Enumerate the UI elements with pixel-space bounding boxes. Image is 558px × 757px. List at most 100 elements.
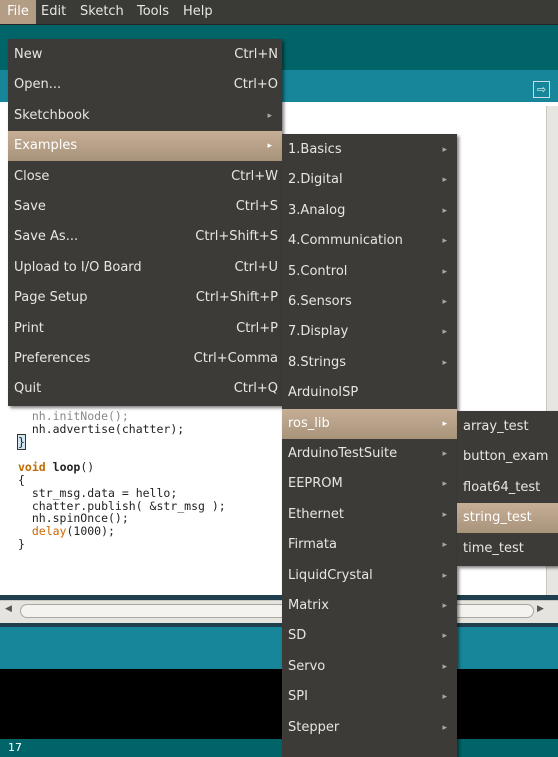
examples-item-4-communication[interactable]: 4.Communication ▸ bbox=[282, 226, 457, 256]
file-menu-item-shortcut: Ctrl+P bbox=[236, 320, 278, 336]
roslib-item-label: float64_test bbox=[463, 479, 541, 495]
submenu-arrow-icon: ▸ bbox=[442, 509, 447, 520]
menu-tools[interactable]: Tools bbox=[137, 0, 169, 24]
examples-item-5-control[interactable]: 5.Control ▸ bbox=[282, 257, 457, 287]
examples-item-label: 5.Control bbox=[288, 263, 348, 279]
examples-item-6-sensors[interactable]: 6.Sensors ▸ bbox=[282, 287, 457, 317]
submenu-arrow-icon: ▸ bbox=[442, 601, 447, 611]
examples-item-7-display[interactable]: 7.Display ▸ bbox=[282, 317, 457, 347]
code-line: } bbox=[17, 433, 26, 450]
roslib-item-float64-test[interactable]: float64_test bbox=[457, 473, 558, 503]
submenu-arrow-icon: ▸ bbox=[442, 418, 447, 429]
file-menu-item-print[interactable]: Print Ctrl+P bbox=[8, 314, 282, 344]
file-menu-item-label: Print bbox=[14, 320, 44, 336]
submenu-arrow-icon: ▸ bbox=[442, 479, 447, 490]
examples-item-label: ArduinoISP bbox=[288, 385, 359, 401]
submenu-arrow-icon: ▸ bbox=[442, 266, 447, 277]
examples-item-label: 1.Basics bbox=[288, 142, 342, 157]
file-menu-item-label: Page Setup bbox=[14, 290, 88, 306]
file-menu-item-shortcut: Ctrl+N bbox=[234, 47, 278, 62]
submenu-arrow-icon: ▸ bbox=[442, 297, 447, 307]
file-menu-item-shortcut: Ctrl+Q bbox=[233, 381, 278, 397]
submenu-arrow-icon: ▸ bbox=[442, 205, 447, 216]
file-menu-item-close[interactable]: Close Ctrl+W bbox=[8, 162, 282, 192]
serial-monitor-icon[interactable]: ⇨ bbox=[533, 81, 550, 98]
code-text: nh.initNode(); nh.advertise(chatter); } … bbox=[17, 409, 226, 551]
file-menu-item-shortcut: Ctrl+O bbox=[233, 77, 278, 93]
menu-help[interactable]: Help bbox=[183, 0, 213, 24]
file-menu-item-save-as[interactable]: Save As... Ctrl+Shift+S bbox=[8, 222, 282, 252]
examples-item-8-strings[interactable]: 8.Strings ▸ bbox=[282, 348, 457, 378]
roslib-item-time-test[interactable]: time_test bbox=[457, 534, 558, 564]
code-function: loop bbox=[52, 460, 81, 475]
examples-item-label: Servo bbox=[288, 658, 326, 674]
examples-item-2-digital[interactable]: 2.Digital ▸ bbox=[282, 165, 457, 195]
examples-item-label: 6.Sensors bbox=[288, 294, 352, 309]
roslib-item-array-test[interactable]: array_test bbox=[457, 412, 558, 442]
examples-item-eeprom[interactable]: EEPROM ▸ bbox=[282, 469, 457, 499]
line-number-bar: 17 bbox=[0, 739, 558, 757]
scroll-right-icon[interactable]: ▶ bbox=[537, 604, 544, 614]
submenu-arrow-icon: ▸ bbox=[442, 661, 447, 672]
code-function: delay bbox=[18, 524, 67, 539]
menu-file[interactable]: File bbox=[0, 0, 36, 24]
examples-item-ros-lib[interactable]: ros_lib ▸ bbox=[282, 408, 457, 439]
scroll-left-icon[interactable]: ◀ bbox=[5, 604, 12, 614]
line-number: 17 bbox=[8, 741, 22, 754]
file-menu-item-label: Close bbox=[14, 168, 50, 184]
file-menu-item-quit[interactable]: Quit Ctrl+Q bbox=[8, 374, 282, 404]
examples-item-label: LiquidCrystal bbox=[288, 567, 373, 583]
examples-item-firmata[interactable]: Firmata ▸ bbox=[282, 530, 457, 560]
file-menu-item-shortcut: Ctrl+W bbox=[231, 168, 278, 184]
file-menu-item-label: Save bbox=[14, 199, 46, 214]
console-output bbox=[0, 669, 558, 739]
submenu-arrow-icon: ▸ bbox=[442, 327, 447, 338]
file-menu-item-label: Sketchbook bbox=[14, 107, 90, 123]
file-menu-item-shortcut: Ctrl+Shift+S bbox=[195, 229, 278, 245]
roslib-item-label: array_test bbox=[463, 419, 529, 434]
file-menu-item-label: Upload to I/O Board bbox=[14, 259, 142, 275]
file-menu-item-label: Examples bbox=[14, 138, 78, 154]
file-menu-item-page-setup[interactable]: Page Setup Ctrl+Shift+P bbox=[8, 283, 282, 313]
file-menu-item-shortcut: Ctrl+U bbox=[234, 259, 278, 275]
code-line: } bbox=[18, 536, 25, 551]
examples-item-arduinotestsuite[interactable]: ArduinoTestSuite ▸ bbox=[282, 439, 457, 469]
examples-item-1-basics[interactable]: 1.Basics ▸ bbox=[282, 135, 457, 165]
file-menu-item-examples[interactable]: Examples ▸ bbox=[8, 131, 282, 162]
menu-sketch[interactable]: Sketch bbox=[80, 0, 124, 24]
roslib-submenu: array_test button_exam float64_test string_… bbox=[457, 411, 558, 566]
examples-item-label: ArduinoTestSuite bbox=[288, 446, 398, 461]
menu-edit[interactable]: Edit bbox=[41, 0, 66, 24]
file-menu-item-upload-to-i-o-board[interactable]: Upload to I/O Board Ctrl+U bbox=[8, 253, 282, 283]
roslib-item-string-test[interactable]: string_test bbox=[457, 503, 558, 534]
examples-submenu: 1.Basics ▸ 2.Digital ▸ 3.Analog ▸ 4.Communicat… bbox=[282, 134, 457, 757]
file-menu-item-shortcut: Ctrl+Shift+P bbox=[195, 290, 278, 306]
examples-item-arduinoisp[interactable]: ArduinoISP bbox=[282, 378, 457, 408]
examples-item-label: Ethernet bbox=[288, 506, 344, 522]
examples-item-label: 4.Communication bbox=[288, 233, 403, 249]
file-menu-item-open[interactable]: Open... Ctrl+O bbox=[8, 70, 282, 100]
file-menu-item-shortcut: Ctrl+S bbox=[235, 199, 278, 214]
examples-item-servo[interactable]: Servo ▸ bbox=[282, 652, 457, 682]
examples-item-3-analog[interactable]: 3.Analog ▸ bbox=[282, 196, 457, 226]
file-menu-item-save[interactable]: Save Ctrl+S bbox=[8, 192, 282, 222]
file-menu-item-sketchbook[interactable]: Sketchbook ▸ bbox=[8, 101, 282, 131]
examples-item-label: 2.Digital bbox=[288, 172, 343, 188]
examples-item-liquidcrystal[interactable]: LiquidCrystal ▸ bbox=[282, 561, 457, 591]
examples-item-sd[interactable]: SD ▸ bbox=[282, 621, 457, 651]
submenu-arrow-icon: ▸ bbox=[442, 175, 447, 186]
file-menu-item-new[interactable]: New Ctrl+N bbox=[8, 40, 282, 70]
examples-item-ethernet[interactable]: Ethernet ▸ bbox=[282, 500, 457, 530]
submenu-arrow-icon: ▸ bbox=[442, 540, 447, 551]
examples-item-label: 3.Analog bbox=[288, 202, 346, 218]
submenu-arrow-icon: ▸ bbox=[442, 570, 447, 581]
examples-item-matrix[interactable]: Matrix ▸ bbox=[282, 591, 457, 621]
roslib-item-button-exam[interactable]: button_exam bbox=[457, 442, 558, 472]
submenu-arrow-icon: ▸ bbox=[442, 236, 447, 247]
roslib-item-label: string_test bbox=[463, 510, 532, 526]
examples-item-spi[interactable]: SPI ▸ bbox=[282, 682, 457, 712]
file-menu-item-preferences[interactable]: Preferences Ctrl+Comma bbox=[8, 344, 282, 374]
examples-item-label: ros_lib bbox=[288, 415, 330, 431]
examples-item-stepper[interactable]: Stepper ▸ bbox=[282, 713, 457, 743]
file-menu-item-label: New bbox=[14, 47, 43, 62]
